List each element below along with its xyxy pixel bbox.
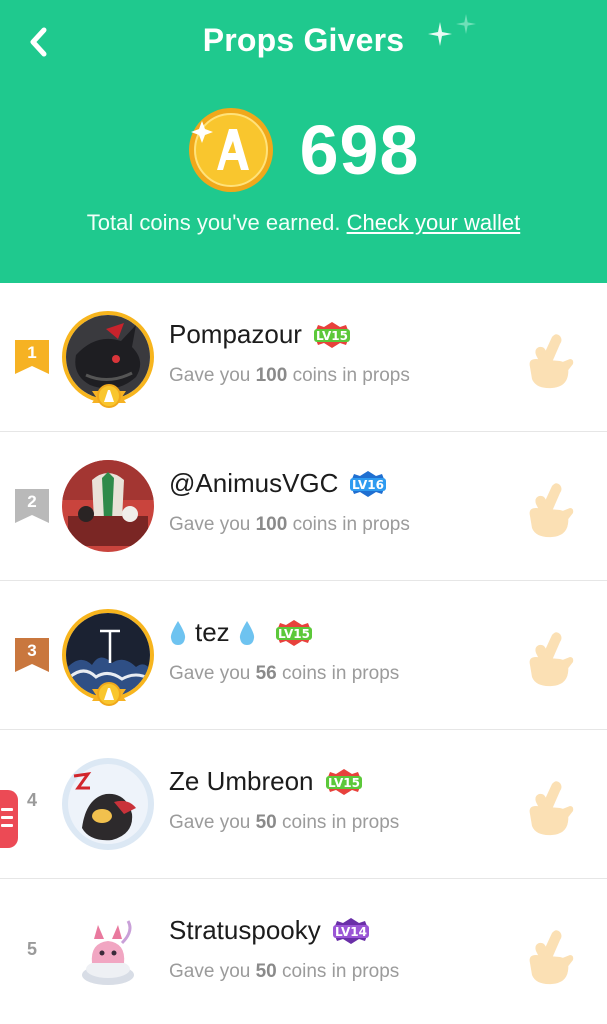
fingers-crossed-icon[interactable] — [522, 333, 574, 389]
avatar[interactable] — [62, 907, 154, 999]
page-title: Props Givers — [202, 22, 405, 58]
avatar-container[interactable] — [62, 460, 154, 552]
level-badge: LV14 — [332, 917, 369, 944]
giver-name[interactable]: tez — [195, 617, 230, 648]
svg-text:LV15: LV15 — [278, 627, 310, 641]
level-badge: LV16 — [350, 470, 387, 497]
giver-name-line: tez LV15 — [169, 617, 316, 648]
svg-text:LV15: LV15 — [316, 329, 348, 343]
sparkle-icon — [428, 22, 452, 46]
giver-name-line: Ze Umbreon LV15 — [169, 766, 366, 797]
giver-name[interactable]: Ze Umbreon — [169, 766, 314, 797]
sparkle-icon — [456, 14, 476, 34]
fingers-crossed-icon[interactable] — [522, 482, 574, 538]
amino-coin-icon — [188, 108, 273, 192]
level-badge: LV15 — [313, 321, 350, 348]
earned-line: Total coins you've earned. Check your wa… — [0, 210, 607, 236]
coin-summary: 698 — [0, 102, 607, 198]
droplet-icon — [239, 620, 254, 645]
rank-badge: 1 — [15, 340, 49, 376]
check-wallet-link[interactable]: Check your wallet — [347, 210, 521, 235]
side-menu-button[interactable] — [0, 790, 18, 848]
fingers-crossed-icon[interactable] — [522, 631, 574, 687]
giver-name[interactable]: Pompazour — [169, 319, 302, 350]
droplet-icon — [170, 620, 186, 645]
coins-amount: 50 — [255, 961, 277, 982]
coins-amount: 56 — [255, 663, 277, 684]
list-item[interactable]: 3 tez LV15 Gave you 56 coins in props — [0, 581, 607, 730]
rank-number: 5 — [26, 939, 37, 959]
list-item[interactable]: 5 Stratuspooky LV14 Gave you 50 coins in… — [0, 879, 607, 1024]
list-item[interactable]: 1 Pompazour LV15 Gave you 100 coins in p… — [0, 283, 607, 432]
avatar-container[interactable] — [62, 311, 154, 408]
level-badge: LV15 — [275, 619, 312, 646]
coins-amount: 100 — [255, 365, 288, 386]
avatar[interactable] — [62, 460, 154, 552]
giver-name-line: Stratuspooky LV14 — [169, 915, 373, 946]
giver-name-line: Pompazour LV15 — [169, 319, 354, 350]
props-givers-list: 1 Pompazour LV15 Gave you 100 coins in p… — [0, 283, 607, 1024]
level-badge: LV15 — [325, 768, 362, 795]
list-item[interactable]: 2 @AnimusVGC LV16 Gave you 100 coins in … — [0, 432, 607, 581]
coins-amount: 50 — [255, 812, 277, 833]
gave-line: Gave you 100 coins in props — [169, 514, 410, 535]
avatar-container[interactable] — [62, 907, 154, 999]
coins-amount: 100 — [255, 514, 288, 535]
gave-line: Gave you 56 coins in props — [169, 663, 400, 684]
svg-text:LV16: LV16 — [352, 478, 384, 492]
rank-badge: 3 — [15, 638, 49, 674]
avatar[interactable] — [62, 758, 154, 850]
avatar-container[interactable] — [62, 758, 154, 850]
fingers-crossed-icon[interactable] — [522, 780, 574, 836]
rank-number: 4 — [26, 790, 37, 810]
fingers-crossed-icon[interactable] — [522, 929, 574, 985]
giver-name[interactable]: Stratuspooky — [169, 915, 321, 946]
svg-text:LV14: LV14 — [335, 925, 367, 939]
medal-icon — [92, 384, 126, 408]
rank-badge: 2 — [15, 489, 49, 525]
list-item[interactable]: 4 Ze Umbreon LV15 Gave you 50 coins in p… — [0, 730, 607, 879]
header: Props Givers 698 Total coins you've earn… — [0, 0, 607, 283]
giver-name-line: @AnimusVGC LV16 — [169, 468, 390, 499]
svg-text:LV15: LV15 — [328, 776, 360, 790]
earned-text: Total coins you've earned. — [86, 210, 341, 235]
giver-name[interactable]: @AnimusVGC — [169, 468, 338, 499]
coin-amount: 698 — [299, 111, 420, 189]
medal-icon — [92, 682, 126, 706]
avatar-container[interactable] — [62, 609, 154, 706]
gave-line: Gave you 50 coins in props — [169, 812, 400, 833]
gave-line: Gave you 50 coins in props — [169, 961, 400, 982]
gave-line: Gave you 100 coins in props — [169, 365, 410, 386]
